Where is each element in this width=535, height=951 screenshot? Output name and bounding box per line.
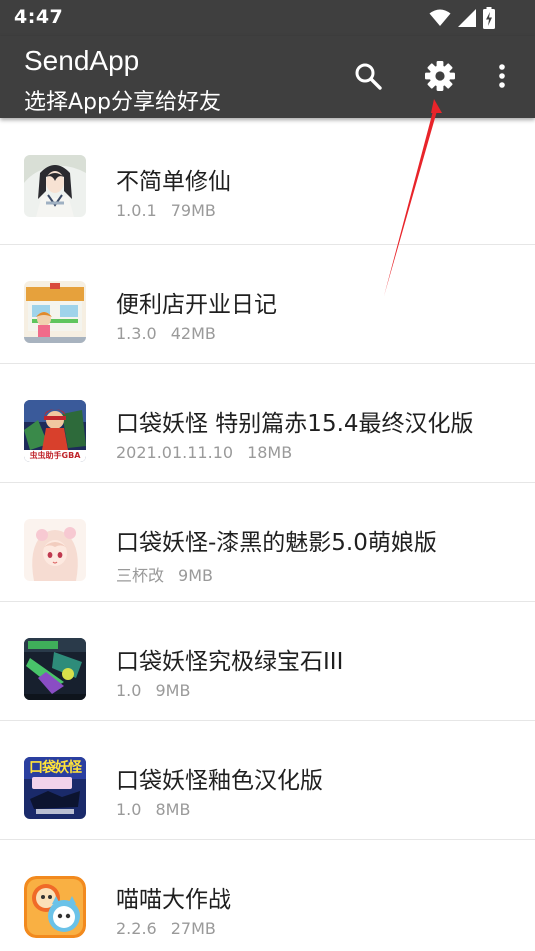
app-icon-gba-red: 虫虫助手GBA [24,400,86,462]
app-subtitle: 选择App分享给好友 [24,90,221,115]
cell-signal-icon [458,9,476,27]
search-icon [355,63,382,90]
app-name: 不简单修仙 [116,169,231,195]
status-time: 4:47 [14,6,64,28]
app-name: 便利店开业日记 [116,292,277,318]
app-meta: 1.3.0 42MB [116,324,216,343]
app-meta: 1.0.1 79MB [116,201,216,220]
app-version: 1.0.1 [116,201,157,220]
app-icon-glaze: 口袋妖怪 [24,757,86,819]
app-meta: 2021.01.11.10 18MB [116,443,292,462]
app-size: 27MB [170,919,216,938]
list-item[interactable]: 口袋妖怪 口袋妖怪釉色汉化版 1.0 8MB [0,721,535,840]
app-size: 79MB [170,201,216,220]
list-item[interactable]: 口袋妖怪-漆黑的魅影5.0萌娘版 三杯改 9MB [0,483,535,602]
settings-button[interactable] [420,56,460,96]
app-icon-emerald [24,638,86,700]
app-name: 口袋妖怪 特别篇赤15.4最终汉化版 [116,411,474,437]
app-size: 9MB [178,566,213,585]
more-vertical-icon [499,64,505,88]
app-meta: 1.0 8MB [116,800,190,819]
app-list: 不简单修仙 1.0.1 79MB 便利店开业日记 1.3.0 42MB 虫虫助手… [0,118,535,951]
app-icon-store [24,281,86,343]
app-name: 喵喵大作战 [116,887,231,913]
app-meta: 1.0 9MB [116,681,190,700]
app-version: 1.0 [116,681,142,700]
list-item[interactable]: 喵喵大作战 2.2.6 27MB [0,840,535,951]
app-meta: 2.2.6 27MB [116,919,216,938]
app-version: 1.3.0 [116,324,157,343]
list-item[interactable]: 虫虫助手GBA 口袋妖怪 特别篇赤15.4最终汉化版 2021.01.11.10… [0,364,535,483]
search-button[interactable] [348,56,388,96]
app-size: 8MB [155,800,191,819]
app-size: 9MB [155,681,191,700]
list-item[interactable]: 便利店开业日记 1.3.0 42MB [0,245,535,364]
list-item[interactable]: 不简单修仙 1.0.1 79MB [0,118,535,245]
app-version: 2.2.6 [116,919,157,938]
app-version: 2021.01.11.10 [116,443,234,462]
app-size: 42MB [170,324,216,343]
app-icon-caption: 虫虫助手GBA [29,451,81,460]
app-meta: 三杯改 9MB [116,562,213,586]
app-name: 口袋妖怪究极绿宝石III [116,649,344,675]
app-name: 口袋妖怪釉色汉化版 [116,768,323,794]
battery-charging-icon [483,7,495,29]
app-bar: SendApp 选择App分享给好友 [0,36,535,118]
app-icon-caption: 口袋妖怪 [29,760,82,776]
app-title: SendApp [24,45,140,76]
app-size: 18MB [247,443,293,462]
app-version: 1.0 [116,800,142,819]
status-icons [429,7,495,29]
list-item[interactable]: 口袋妖怪究极绿宝石III 1.0 9MB [0,602,535,721]
app-version: 三杯改 [116,566,165,585]
gear-icon [425,61,455,91]
app-name: 口袋妖怪-漆黑的魅影5.0萌娘版 [116,530,437,556]
overflow-menu-button[interactable] [482,56,522,96]
wifi-icon [429,9,451,26]
app-icon-anime-girl [24,519,86,581]
app-icon-cats [24,876,86,938]
status-bar: 4:47 [0,0,535,36]
app-icon-xiuxian [24,155,86,217]
